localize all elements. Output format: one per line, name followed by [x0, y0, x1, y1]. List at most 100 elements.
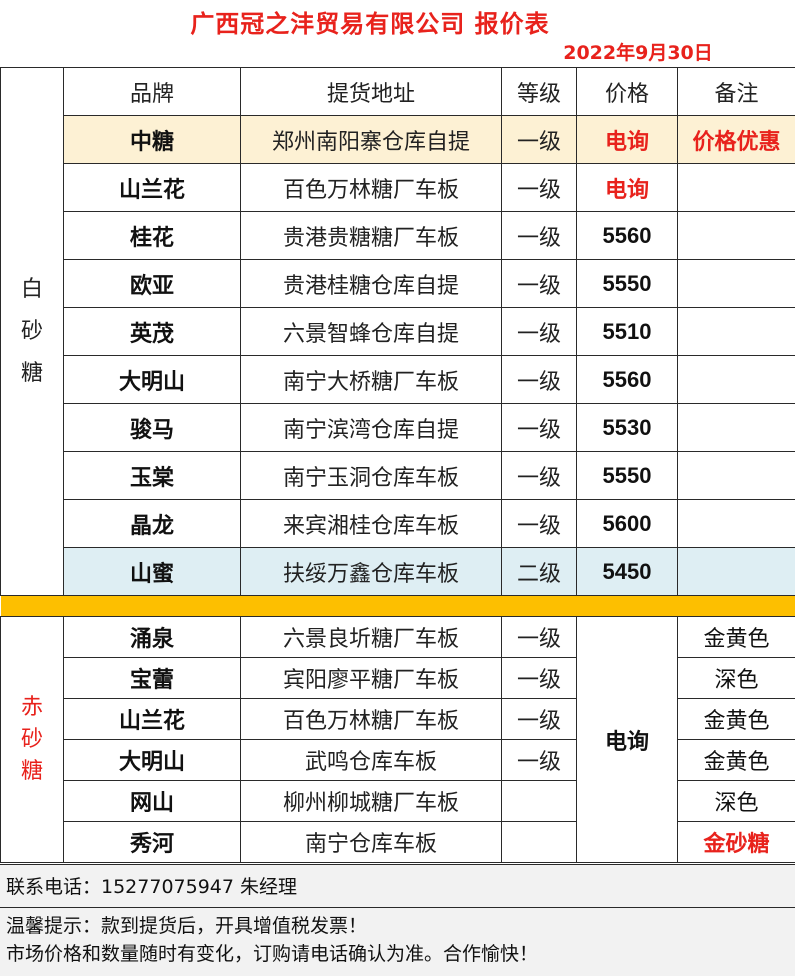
quote-date: 2022年9月30日: [563, 42, 713, 64]
page-title: 广西冠之沣贸易有限公司 报价表: [190, 10, 550, 38]
brand-cell: 宝蕾: [63, 657, 241, 699]
header-note: 备注: [677, 67, 795, 116]
price-cell: 5600: [576, 499, 678, 548]
brand-cell: 山兰花: [63, 163, 241, 212]
header-brand: 品牌: [63, 67, 241, 116]
table-row: 中糖 郑州南阳寨仓库自提 一级 电询 价格优惠: [1, 115, 795, 164]
header-address: 提货地址: [240, 67, 502, 116]
note-cell: 价格优惠: [677, 115, 795, 164]
table-row: 玉棠 南宁玉洞仓库车板 一级 5550: [1, 451, 795, 500]
table-row: 山蜜 扶绥万鑫仓库车板 二级 5450: [1, 547, 795, 596]
grade-cell: 一级: [501, 355, 577, 404]
address-cell: 南宁玉洞仓库车板: [240, 451, 502, 500]
note-cell: [677, 451, 795, 500]
note-cell: 深色: [677, 780, 795, 822]
note-cell: 金黄色: [677, 698, 795, 740]
price-cell: 5550: [576, 451, 678, 500]
note-cell: [677, 307, 795, 356]
table-row: 晶龙 来宾湘桂仓库车板 一级 5600: [1, 499, 795, 548]
brand-cell: 中糖: [63, 115, 241, 164]
note-cell: [677, 547, 795, 596]
category-white-sugar: 白 砂 糖: [0, 67, 64, 596]
brand-cell: 骏马: [63, 403, 241, 452]
grade-cell: 一级: [501, 451, 577, 500]
brand-cell: 玉棠: [63, 451, 241, 500]
grade-cell: 一级: [501, 307, 577, 356]
address-cell: 六景智蜂仓库自提: [240, 307, 502, 356]
price-cell: 电询: [576, 163, 678, 212]
table-row: 英茂 六景智蜂仓库自提 一级 5510: [1, 307, 795, 356]
address-cell: 百色万林糖厂车板: [240, 698, 502, 740]
grade-cell: 一级: [501, 115, 577, 164]
note-cell: [677, 163, 795, 212]
table-row: 赤 砂 糖 涌泉 六景良圻糖厂车板 一级 电询 金黄色: [0, 616, 795, 863]
brand-cell: 网山: [63, 780, 241, 822]
price-cell: 5560: [576, 211, 678, 260]
price-cell: 5450: [576, 547, 678, 596]
tip-line: 市场价格和数量随时有变化，订购请电话确认为准。合作愉快！: [6, 943, 539, 965]
grade-cell: 一级: [501, 403, 577, 452]
note-cell: 深色: [677, 657, 795, 699]
grade-cell: [501, 780, 577, 822]
note-cell: 金黄色: [677, 739, 795, 781]
header-row: 白 砂 糖 品牌 提货地址 等级 价格 备注: [0, 67, 795, 596]
price-cell: 5510: [576, 307, 678, 356]
address-cell: 贵港贵糖糖厂车板: [240, 211, 502, 260]
grade-cell: 一级: [501, 499, 577, 548]
address-cell: 南宁滨湾仓库自提: [240, 403, 502, 452]
note-cell: [677, 355, 795, 404]
note-cell: [677, 211, 795, 260]
tips-box: 温馨提示：款到提货后，开具增值税发票！ 市场价格和数量随时有变化，订购请电话确认…: [0, 908, 795, 976]
table-row: 桂花 贵港贵糖糖厂车板 一级 5560: [1, 211, 795, 260]
header-grade: 等级: [501, 67, 577, 116]
brand-cell: 涌泉: [63, 616, 241, 658]
brand-cell: 桂花: [63, 211, 241, 260]
grade-cell: 一级: [501, 163, 577, 212]
brand-cell: 晶龙: [63, 499, 241, 548]
price-cell: 5530: [576, 403, 678, 452]
brand-cell: 秀河: [63, 821, 241, 863]
header-price: 价格: [576, 67, 678, 116]
price-table: 白 砂 糖 品牌 提货地址 等级 价格 备注 中糖 郑州南阳寨仓库自提 一级 电…: [0, 67, 795, 863]
address-cell: 南宁大桥糖厂车板: [240, 355, 502, 404]
brand-cell: 山兰花: [63, 698, 241, 740]
grade-cell: 一级: [501, 739, 577, 781]
address-cell: 武鸣仓库车板: [240, 739, 502, 781]
tip-line: 温馨提示：款到提货后，开具增值税发票！: [6, 915, 368, 937]
grade-cell: 一级: [501, 657, 577, 699]
address-cell: 六景良圻糖厂车板: [240, 616, 502, 658]
table-row: 欧亚 贵港桂糖仓库自提 一级 5550: [1, 259, 795, 308]
table-row: 大明山 南宁大桥糖厂车板 一级 5560: [1, 355, 795, 404]
note-cell: 金砂糖: [677, 821, 795, 863]
grade-cell: 二级: [501, 547, 577, 596]
grade-cell: 一级: [501, 259, 577, 308]
category-red-sugar: 赤 砂 糖: [0, 616, 64, 863]
address-cell: 柳州柳城糖厂车板: [240, 780, 502, 822]
price-cell: 电询: [576, 115, 678, 164]
price-sheet: 广西冠之沣贸易有限公司 报价表 2022年9月30日 白 砂 糖 品牌 提货地址…: [0, 0, 795, 976]
section-separator: [0, 595, 795, 617]
address-cell: 贵港桂糖仓库自提: [240, 259, 502, 308]
note-cell: [677, 499, 795, 548]
brand-cell: 大明山: [63, 355, 241, 404]
grade-cell: 一级: [501, 616, 577, 658]
address-cell: 南宁仓库车板: [240, 821, 502, 863]
red-sugar-price-cell: 电询: [576, 616, 678, 863]
address-cell: 来宾湘桂仓库车板: [240, 499, 502, 548]
brand-cell: 欧亚: [63, 259, 241, 308]
brand-cell: 山蜜: [63, 547, 241, 596]
table-row: 骏马 南宁滨湾仓库自提 一级 5530: [1, 403, 795, 452]
table-row: 山兰花 百色万林糖厂车板 一级 电询: [1, 163, 795, 212]
grade-cell: 一级: [501, 698, 577, 740]
grade-cell: [501, 821, 577, 863]
price-cell: 5560: [576, 355, 678, 404]
contact-info: 联系电话：15277075947 朱经理: [0, 864, 795, 908]
address-cell: 百色万林糖厂车板: [240, 163, 502, 212]
note-cell: 金黄色: [677, 616, 795, 658]
note-cell: [677, 403, 795, 452]
price-cell: 5550: [576, 259, 678, 308]
address-cell: 宾阳廖平糖厂车板: [240, 657, 502, 699]
address-cell: 郑州南阳寨仓库自提: [240, 115, 502, 164]
grade-cell: 一级: [501, 211, 577, 260]
brand-cell: 英茂: [63, 307, 241, 356]
